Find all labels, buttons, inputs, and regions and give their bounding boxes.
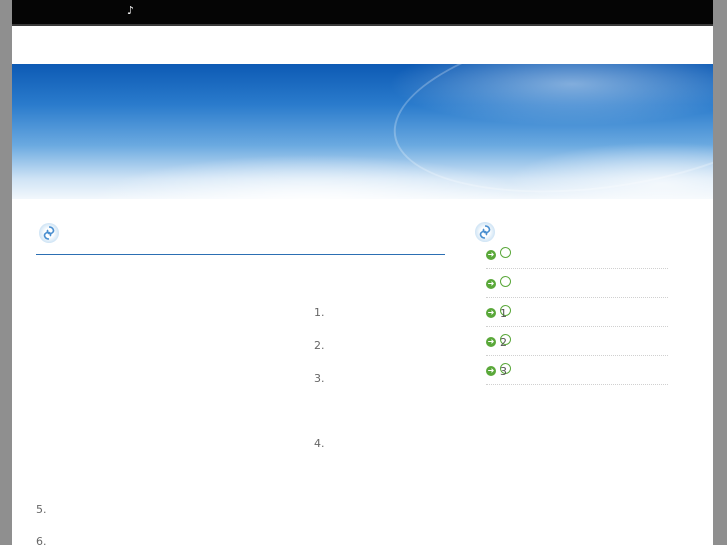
arrow-right-icon: ➜: [486, 250, 496, 260]
content-item-4: 4.: [314, 437, 325, 450]
sidebar-link-label[interactable]: 3: [500, 366, 507, 378]
section-divider: [36, 254, 445, 255]
arrow-right-icon: ➜: [486, 279, 496, 289]
circle-icon: [500, 247, 511, 258]
sidebar-link[interactable]: ➜ 1: [486, 305, 668, 327]
sidebar-link-label[interactable]: 1: [500, 308, 507, 320]
top-bar: ♪: [12, 0, 713, 26]
sidebar-link-label[interactable]: 2: [500, 337, 507, 349]
nav-strip: [12, 26, 713, 64]
swirl-icon: [475, 222, 495, 242]
content-item-2: 2.: [314, 339, 325, 352]
content-item-5: 5.: [36, 503, 47, 516]
sidebar-link[interactable]: ➜ 2: [486, 334, 668, 356]
swirl-icon: [39, 223, 59, 243]
sidebar-link[interactable]: ➜: [486, 276, 668, 298]
page-frame-right: [713, 0, 727, 545]
music-note-icon[interactable]: ♪: [127, 4, 134, 18]
sidebar-link[interactable]: ➜: [486, 247, 668, 269]
arrow-right-icon: ➜: [486, 308, 496, 318]
header-banner: [12, 64, 713, 199]
page-frame-left: [0, 0, 12, 545]
sidebar-link[interactable]: ➜ 3: [486, 363, 668, 385]
content-item-6: 6.: [36, 535, 47, 548]
arrow-right-icon: ➜: [486, 337, 496, 347]
content-item-3: 3.: [314, 372, 325, 385]
banner-wave-decoration: [382, 64, 713, 199]
arrow-right-icon: ➜: [486, 366, 496, 376]
circle-icon: [500, 276, 511, 287]
content-item-1: 1.: [314, 306, 325, 319]
